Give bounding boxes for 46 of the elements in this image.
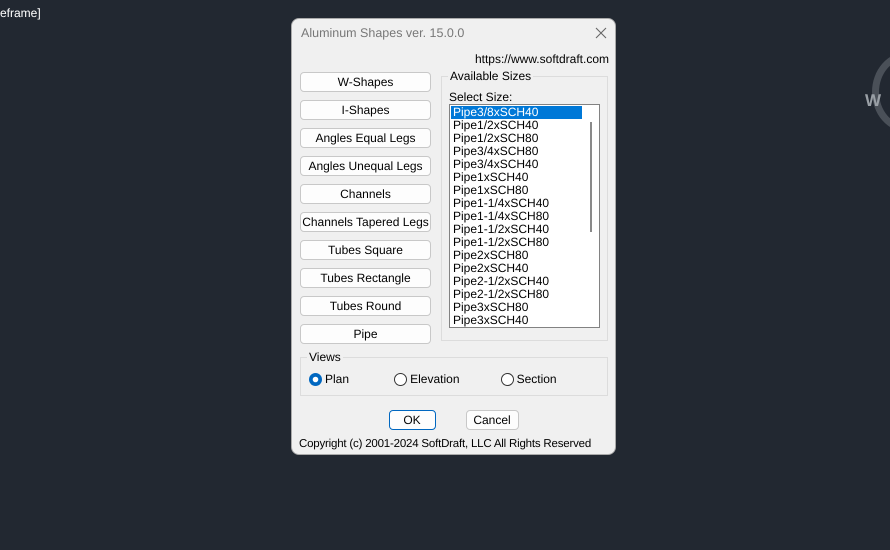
list-item[interactable]: Pipe2xSCH80 <box>451 249 582 262</box>
list-item[interactable]: Pipe1-1/4xSCH40 <box>451 197 582 210</box>
website-url: https://www.softdraft.com <box>474 52 609 66</box>
shape-button[interactable]: Angles Equal Legs <box>300 128 431 148</box>
shape-button[interactable]: Tubes Rectangle <box>300 268 431 288</box>
list-item[interactable]: Pipe3xSCH40 <box>451 314 582 327</box>
shape-button[interactable]: I-Shapes <box>300 100 431 120</box>
group-label: Views <box>307 350 343 364</box>
list-item[interactable]: Pipe1-1/2xSCH80 <box>451 236 582 249</box>
list-item[interactable]: Pipe3/8xSCH40 <box>451 106 582 119</box>
radio-label[interactable]: Plan <box>325 370 350 388</box>
list-item[interactable]: Pipe1xSCH80 <box>451 184 582 197</box>
shape-button[interactable]: Tubes Square <box>300 240 431 260</box>
list-item[interactable]: Pipe2xSCH40 <box>451 262 582 275</box>
list-item[interactable]: Pipe3/4xSCH80 <box>451 145 582 158</box>
list-item[interactable]: Pipe1/2xSCH80 <box>451 132 582 145</box>
canvas-text: eframe] <box>0 5 41 22</box>
shape-button[interactable]: Tubes Round <box>300 296 431 316</box>
list-item[interactable]: Pipe2-1/2xSCH80 <box>451 288 582 301</box>
field-label: Select Size: <box>449 90 512 104</box>
list-item[interactable]: Pipe3xSCH80 <box>451 301 582 314</box>
window-title: Aluminum Shapes ver. 15.0.0 <box>301 24 464 42</box>
radio-button[interactable] <box>394 372 408 386</box>
radio-button[interactable] <box>309 372 322 386</box>
shape-button[interactable]: Pipe <box>300 324 431 344</box>
group-label: Available Sizes <box>448 69 534 83</box>
list-item[interactable]: Pipe1xSCH40 <box>451 171 582 184</box>
compass-label[interactable]: W <box>865 88 882 114</box>
close-icon[interactable] <box>595 27 607 39</box>
radio-label[interactable]: Elevation <box>410 370 460 388</box>
list-item[interactable]: Pipe1-1/2xSCH40 <box>451 223 582 236</box>
list-item[interactable]: Pipe2-1/2xSCH40 <box>451 275 582 288</box>
shape-button[interactable]: Channels <box>300 184 431 204</box>
shape-button[interactable]: Channels Tapered Legs <box>300 212 431 232</box>
radio-button[interactable] <box>500 372 514 386</box>
list-item[interactable]: Pipe3/4xSCH40 <box>451 158 582 171</box>
shape-button[interactable]: Angles Unequal Legs <box>300 156 431 176</box>
list-item[interactable]: Pipe1/2xSCH40 <box>451 119 582 132</box>
radio-label[interactable]: Section <box>516 370 557 388</box>
copyright-text: Copyright (c) 2001-2024 SoftDraft, LLC All Rights Reserved <box>299 438 592 450</box>
dialog-button[interactable]: OK <box>388 410 436 430</box>
size-listbox[interactable] <box>449 104 600 328</box>
list-item[interactable]: Pipe1-1/4xSCH80 <box>451 210 582 223</box>
scrollbar-thumb[interactable] <box>590 122 592 232</box>
dialog-button[interactable]: Cancel <box>466 410 518 430</box>
shape-button[interactable]: W-Shapes <box>300 72 431 92</box>
